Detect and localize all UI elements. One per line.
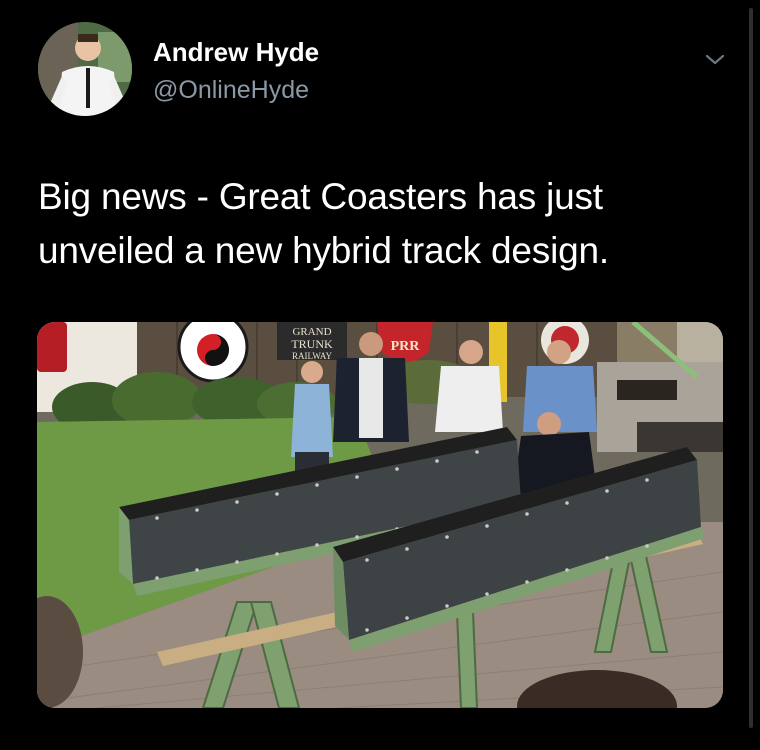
track-photo: GRAND TRUNK RAILWAY PRR — [37, 322, 723, 708]
tweet: Andrew Hyde @OnlineHyde Big news - Great… — [0, 0, 760, 750]
tweet-text: Big news - Great Coasters has just unvei… — [38, 176, 609, 271]
northern-pacific-sign — [177, 322, 249, 383]
avatar[interactable] — [38, 22, 132, 116]
chevron-down-icon[interactable] — [700, 44, 730, 74]
avatar-image — [38, 22, 132, 116]
author-handle[interactable]: @OnlineHyde — [153, 76, 309, 105]
svg-text:RAILWAY: RAILWAY — [292, 351, 332, 361]
svg-text:PRR: PRR — [391, 339, 421, 354]
grand-trunk-sign: GRAND TRUNK RAILWAY — [277, 322, 347, 361]
author-name[interactable]: Andrew Hyde — [153, 37, 319, 68]
svg-text:TRUNK: TRUNK — [291, 337, 333, 351]
tweet-photo[interactable]: GRAND TRUNK RAILWAY PRR — [37, 322, 723, 708]
scrollbar[interactable] — [749, 8, 753, 728]
